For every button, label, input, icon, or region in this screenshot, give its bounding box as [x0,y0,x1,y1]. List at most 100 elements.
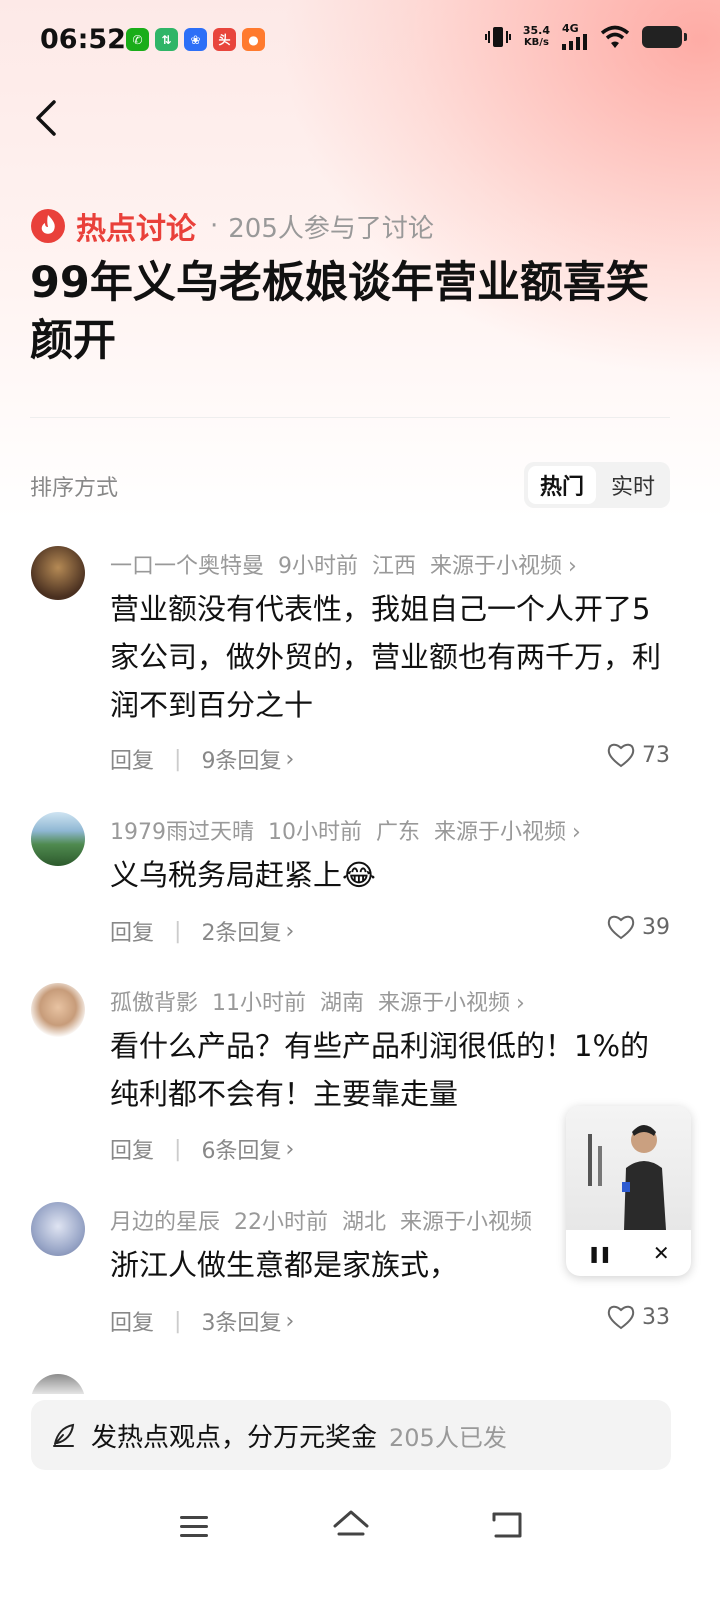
pause-button[interactable]: ❚❚ [587,1244,612,1263]
comment-source[interactable]: 来源于小视频 [430,554,562,579]
username[interactable]: 1979雨过天晴 [110,820,254,845]
comment-actions: 回复 | 3条回复 › [110,1305,294,1337]
toutiao-icon: 头 [213,28,236,51]
comment-time: 10小时前 [268,820,362,845]
comment-time: 9小时前 [278,554,359,579]
divider [30,417,670,418]
heart-icon [607,915,635,940]
comment-actions: 回复 | 9条回复 › [110,743,294,775]
comment-text: 营业额没有代表性，我姐自己一个人开了5家公司，做外贸的，营业额也有两千万，利润不… [110,592,662,722]
username[interactable]: 一口一个奥特曼 [110,554,264,579]
participant-count: 205人参与了讨论 [228,213,434,244]
avatar[interactable] [31,1202,85,1256]
username[interactable]: 孤傲背影 [110,991,198,1016]
like-button[interactable]: 39 [606,913,670,941]
sort-option-live[interactable]: 实时 [600,466,666,504]
comment-region: 湖北 [342,1210,387,1235]
comment-item [31,812,85,866]
hot-flame-icon [31,209,65,243]
avatar[interactable] [31,546,85,600]
page-title: 99年义乌老板娘谈年营业额喜笑颜开 [30,258,649,366]
status-time: 06:52 [40,24,126,55]
comment-item [31,546,85,600]
app-orange-icon: ● [242,28,265,51]
comment-source[interactable]: 来源于小视频 [378,991,510,1016]
baidu-icon: ❀ [184,28,207,51]
comment-time: 22小时前 [234,1210,329,1235]
reply-button[interactable]: 回复 [110,915,154,947]
reply-button[interactable]: 回复 [110,1305,154,1337]
net-speed-unit: KB/s [523,37,549,48]
chevron-right-icon: › [285,746,295,772]
sort-label: 排序方式 [30,476,119,501]
status-indicators: 35.4 KB/s 4G [484,22,687,50]
net-speed: 35.4 KB/s [523,25,550,49]
back-nav-icon[interactable] [490,1510,524,1540]
topic-header: 热点讨论 · 205人参与了讨论 [30,204,434,248]
app-green-icon: ⇅ [155,28,178,51]
comment-meta: 月边的星辰 22小时前 湖北 来源于小视频 [110,1204,546,1236]
network-type: 4G [562,22,579,35]
like-count: 73 [642,742,670,768]
comment-source[interactable]: 来源于小视频 [434,820,566,845]
heart-icon [607,743,635,768]
sort-toggle: 热门 实时 [524,462,670,508]
wechat-icon: ✆ [126,28,149,51]
replies-link[interactable]: 9条回复 [201,743,281,775]
close-button[interactable]: ✕ [653,1241,670,1265]
action-divider: | [174,918,182,944]
comment-meta: 孤傲背影 11小时前 湖南 来源于小视频 › [110,985,539,1017]
system-navigation-bar [0,1496,720,1556]
chevron-right-icon: › [516,991,525,1016]
replies-link[interactable]: 3条回复 [201,1305,281,1337]
list-fade [0,1360,720,1400]
back-button[interactable] [30,96,70,140]
comment-actions: 回复 | 2条回复 › [110,915,294,947]
comment-region: 广东 [376,820,421,845]
action-divider: | [174,1308,182,1334]
like-button[interactable]: 33 [606,1303,670,1331]
chevron-right-icon: › [568,554,577,579]
comment-meta: 一口一个奥特曼 9小时前 江西 来源于小视频 › [110,548,591,580]
chevron-right-icon: › [572,820,581,845]
post-opinion-bar[interactable]: 发热点观点，分万元奖金 205人已发 [31,1400,671,1470]
replies-link[interactable]: 6条回复 [201,1133,281,1165]
like-count: 33 [642,1304,670,1330]
person-figure-icon [588,1125,666,1230]
player-controls: ❚❚ ✕ [566,1230,691,1276]
signal: 4G [562,22,588,50]
floating-video-player[interactable]: ❚❚ ✕ [566,1106,691,1276]
home-icon[interactable] [331,1508,371,1542]
avatar[interactable] [31,983,85,1037]
comment-text-content: 义乌税务局赶紧上 [110,858,343,892]
replies-link[interactable]: 2条回复 [201,915,281,947]
comment-item [31,983,85,1037]
username[interactable]: 月边的星辰 [110,1210,220,1235]
post-count: 205人已发 [389,1423,507,1452]
vibrate-icon [484,27,511,47]
menu-icon[interactable] [178,1512,210,1540]
comment-region: 湖南 [320,991,365,1016]
notification-icons: ✆ ⇅ ❀ 头 ● [126,28,265,51]
reply-button[interactable]: 回复 [110,743,154,775]
comment-text: 义乌税务局赶紧上😂 [110,851,670,899]
signal-icon [562,34,587,50]
reply-button[interactable]: 回复 [110,1133,154,1165]
comment-time: 11小时前 [212,991,307,1016]
action-divider: | [174,746,182,772]
video-thumbnail[interactable] [566,1106,691,1230]
avatar[interactable] [31,812,85,866]
comment-meta: 1979雨过天晴 10小时前 广东 来源于小视频 › [110,814,595,846]
post-prompt: 发热点观点，分万元奖金 [91,1422,378,1453]
comment-source[interactable]: 来源于小视频 [400,1210,532,1235]
chevron-right-icon: › [285,1136,295,1162]
comment-item [31,1202,85,1256]
comment-region: 江西 [372,554,417,579]
heart-icon [607,1305,635,1330]
comment-actions: 回复 | 6条回复 › [110,1133,294,1165]
comment-text: 看什么产品？有些产品利润很低的！1%的纯利都不会有！主要靠走量 [110,1029,650,1111]
topic-separator: · [210,211,219,241]
chevron-right-icon: › [285,1308,295,1334]
like-button[interactable]: 73 [606,741,670,769]
sort-option-hot[interactable]: 热门 [528,466,596,504]
